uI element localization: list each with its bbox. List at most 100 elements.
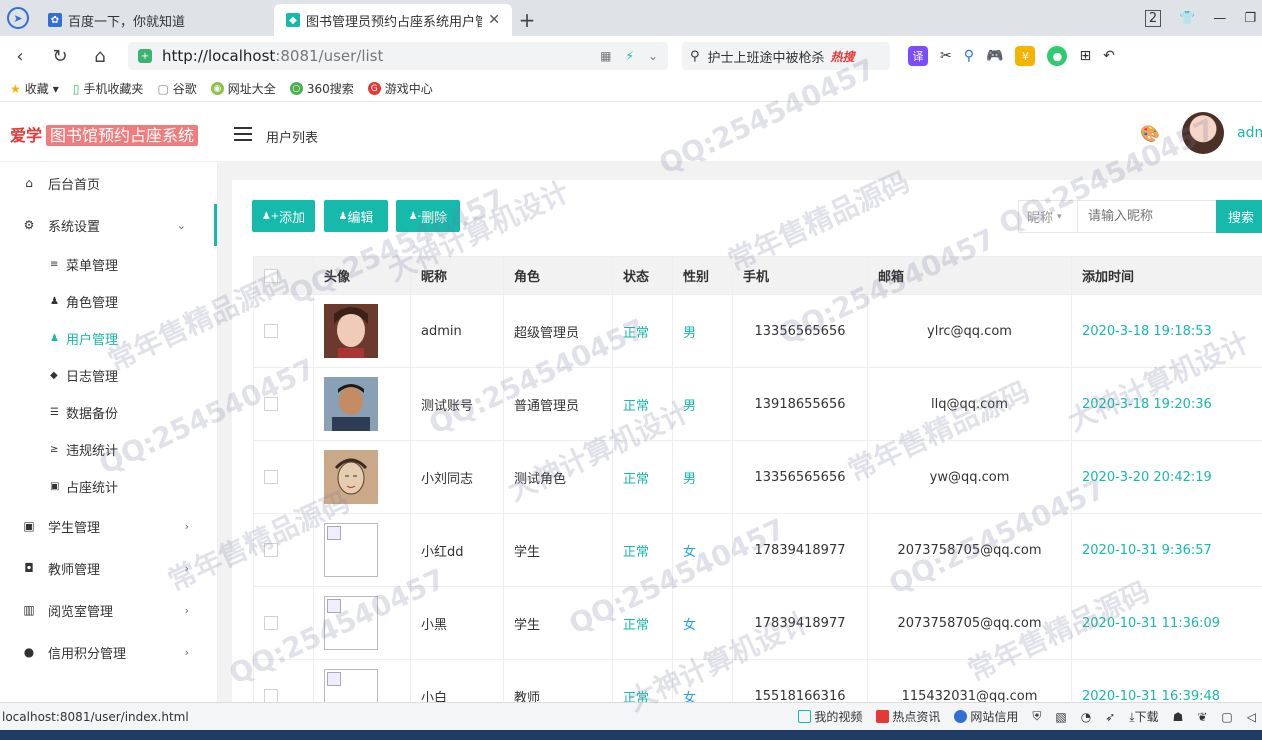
browser-logo-button[interactable]: ➤ [0,0,36,36]
row-checkbox[interactable] [264,543,278,557]
scissors-icon[interactable]: ✂ [940,48,952,64]
palette-icon[interactable]: 🎨 [1140,124,1160,143]
status-cell: 正常 [612,367,673,441]
menu-toggle-icon[interactable] [234,127,252,141]
play-icon [798,710,812,723]
status-item-download[interactable]: ⤓下载 [1129,708,1158,725]
bookmark-favorites[interactable]: ★ 收藏 ▾ [10,80,59,97]
bookmark-360[interactable]: ○ 360搜索 [289,80,354,97]
leaf-icon[interactable]: ❦ [1197,710,1207,724]
close-icon[interactable]: ✕ [488,12,500,28]
row-checkbox[interactable] [264,324,278,338]
bookmark-games[interactable]: G 游戏中心 [367,80,433,97]
status-url: localhost:8081/user/index.html [2,709,189,724]
search-field-select[interactable]: 昵称 ▾ [1018,200,1078,233]
sidebar-item-home[interactable]: ⌂ 后台首页 [0,162,217,204]
search-hint: 护士上班途中被枪杀 [707,50,825,66]
status-item-news[interactable]: 热点资讯 [876,708,940,725]
sidebar-item-students[interactable]: ▣ 学生管理 › [0,505,217,547]
gamepad-icon[interactable]: 🎮 [986,48,1003,64]
home-icon[interactable]: ⌂ [80,46,120,67]
bookmark-directory[interactable]: ◉ 网址大全 [210,80,276,97]
sidebar-subitem-log[interactable]: ◆ 日志管理 [0,357,217,394]
sidebar-subitem-menu[interactable]: ≡ 菜单管理 [0,246,217,283]
tab-user-list[interactable]: ◆ 图书管理员预约占座系统用户管 ✕ [274,4,512,36]
avatar[interactable] [1182,112,1224,154]
hot-search-label: 热搜 [830,49,855,64]
select-all-checkbox[interactable] [264,268,278,283]
stats-icon: ≥ [50,444,59,455]
shield-icon[interactable]: ⛨ [1032,709,1041,724]
sidebar-item-credit[interactable]: ● 信用积分管理 › [0,631,217,673]
row-checkbox[interactable] [264,397,278,411]
sidebar-subitem-role[interactable]: ♟ 角色管理 [0,283,217,320]
nickname-cell: 小白 [410,659,504,702]
sidebar-item-label: 系统设置 [48,219,101,235]
select-all-cell[interactable] [253,256,314,295]
chevron-down-icon: ▾ [52,81,59,96]
restore-icon[interactable]: ❐ [1244,11,1256,26]
home-icon: ⌂ [25,176,33,190]
wechat-icon[interactable]: ● [1047,46,1068,66]
volume-icon[interactable]: ◁ [1247,710,1256,724]
bookmark-mobile[interactable]: ▯ 手机收藏夹 [73,80,144,97]
chevron-down-icon[interactable]: ⌄ [648,49,658,63]
caret-down-icon: ▾ [1057,211,1062,222]
sidebar-subitem-users[interactable]: ♟ 用户管理 [0,320,217,357]
table-row[interactable]: admin 超级管理员 正常 男 13356565656 ylrc@qq.com… [253,294,1262,368]
qr-icon[interactable]: ▦ [600,49,611,63]
bookmark-label: 谷歌 [172,82,197,96]
gear-icon: ⚙ [23,218,35,232]
back-icon[interactable]: ‹ [0,46,40,67]
reload-icon[interactable]: ↻ [40,46,80,67]
row-checkbox[interactable] [264,470,278,484]
table-row[interactable]: 小刘同志 测试角色 正常 男 13356565656 yw@qq.com 202… [253,440,1262,514]
lightning-icon[interactable]: ⚡ [626,49,634,63]
status-item-credit[interactable]: 网站信用 [954,708,1018,725]
delete-user-icon: ♟- [408,210,422,222]
tab-baidu[interactable]: ✿ 百度一下，你就知道 [36,4,274,36]
app-logo[interactable]: 爱学 图书馆预约占座系统 [10,122,199,146]
sidebar-item-label: 教师管理 [48,562,101,578]
shirt-icon[interactable]: 👕 [1179,11,1195,26]
row-checkbox[interactable] [264,689,278,702]
undo-icon[interactable]: ↶ [1103,48,1115,64]
new-tab-button[interactable]: + [512,4,542,36]
edit-button[interactable]: ♟ 编辑 [324,200,388,232]
add-button[interactable]: ♟+ 添加 [252,200,315,232]
sidebar-item-system-settings[interactable]: ⚙ 系统设置 ⌄ [0,204,217,246]
apps-grid-icon[interactable]: ⊞ [1079,48,1091,64]
sidebar-subitem-violation[interactable]: ≥ 违规统计 [0,431,217,468]
speed-icon[interactable]: ◔ [1081,710,1091,724]
status-item-video[interactable]: 我的视频 [798,708,862,725]
tab-count-badge[interactable]: 2 [1144,9,1162,27]
table-row[interactable]: 小黑 学生 正常 女 17839418977 2073758705@qq.com… [253,586,1262,660]
translate-icon[interactable]: 译 [908,46,928,66]
sidebar-subitem-backup[interactable]: ☰ 数据备份 [0,394,217,431]
image-icon[interactable]: ▧ [1055,710,1066,724]
minimize-icon[interactable]: — [1213,11,1226,26]
table-row[interactable]: 小红dd 学生 正常 女 17839418977 2073758705@qq.c… [253,513,1262,587]
sidebar-subitem-seat[interactable]: ▣ 占座统计 [0,468,217,505]
rocket-icon[interactable]: ➶ [1105,710,1115,724]
sidebar-item-teachers[interactable]: ◘ 教师管理 › [0,547,217,589]
search-input[interactable] [1077,200,1217,233]
magnifier-icon[interactable]: ⚲ [964,48,974,64]
bookmark-google[interactable]: ▢ 谷歌 [157,80,196,97]
column-header: 邮箱 [867,256,1072,295]
table-row[interactable]: 测试账号 普通管理员 正常 男 13918655656 llq@qq.com 2… [253,367,1262,441]
window-icon[interactable]: ▢ [1221,710,1232,724]
bug-icon[interactable]: ☗ [1173,710,1184,724]
admin-name[interactable]: admin [1237,125,1262,141]
nickname-cell: admin [410,294,504,368]
time-cell: 2020-10-31 11:36:09 [1071,586,1262,660]
delete-button[interactable]: ♟- 删除 [396,200,460,232]
table-row[interactable]: 小白 教师 正常 女 15518166316 115432031@qq.com … [253,659,1262,702]
row-checkbox[interactable] [264,616,278,630]
address-bar[interactable]: + http://localhost:8081/user/list ▦ ⚡ ⌄ [128,42,668,70]
coin-icon[interactable]: ¥ [1015,46,1036,66]
sidebar-item-reading-rooms[interactable]: ▥ 阅览室管理 › [0,589,217,631]
search-button[interactable]: 搜索 [1216,200,1262,233]
column-header: 手机 [732,256,868,295]
browser-search-box[interactable]: ⚲ 护士上班途中被枪杀 热搜 [682,42,890,70]
